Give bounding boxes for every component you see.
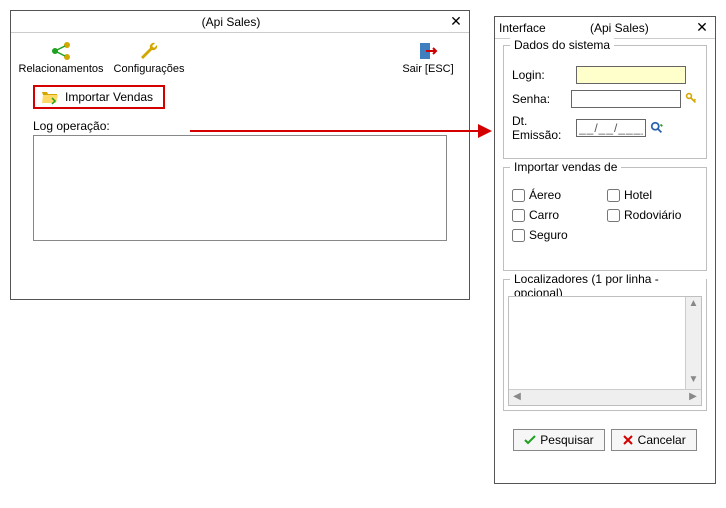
- checkbox-input[interactable]: [607, 189, 620, 202]
- checkbox-label: Seguro: [529, 228, 568, 242]
- checkbox-label: Áereo: [529, 188, 561, 202]
- share-icon: [49, 39, 73, 63]
- window-api-sales-main: (Api Sales) ✕ Relacionamentos Configuraç…: [10, 10, 470, 300]
- dt-emissao-label: Dt. Emissão:: [512, 114, 572, 142]
- magnifier-icon[interactable]: [650, 121, 664, 135]
- checkbox-input[interactable]: [512, 229, 525, 242]
- button-label: Pesquisar: [540, 433, 593, 447]
- button-label: Cancelar: [638, 433, 686, 447]
- checkbox-seguro[interactable]: Seguro: [512, 228, 603, 242]
- group-localizadores: Localizadores (1 por linha - opcional) ▲…: [503, 279, 707, 411]
- login-input[interactable]: [576, 66, 686, 84]
- vertical-scrollbar[interactable]: ▲ ▼: [685, 297, 701, 389]
- window-title-right-left: Interface: [499, 21, 546, 35]
- arrow-head-icon: [478, 124, 492, 138]
- checkbox-carro[interactable]: Carro: [512, 208, 603, 222]
- scroll-left-icon[interactable]: ◀: [509, 390, 525, 405]
- log-output: [33, 135, 447, 241]
- window-title-left: (Api Sales): [15, 15, 447, 29]
- key-icon: [685, 92, 698, 106]
- checkbox-label: Rodoviário: [624, 208, 681, 222]
- toolbar-label: Relacionamentos: [19, 63, 104, 75]
- group-title: Dados do sistema: [510, 38, 614, 52]
- login-label: Login:: [512, 68, 572, 82]
- senha-input[interactable]: [571, 90, 681, 108]
- import-button-label: Importar Vendas: [65, 90, 153, 104]
- group-dados-sistema: Dados do sistema Login: Senha: Dt. Emiss…: [503, 45, 707, 159]
- scroll-down-icon[interactable]: ▼: [686, 373, 701, 389]
- arrow-line: [190, 130, 480, 132]
- close-button-left[interactable]: ✕: [447, 13, 465, 31]
- dt-emissao-input[interactable]: [576, 119, 646, 137]
- button-row: Pesquisar Cancelar: [503, 429, 707, 451]
- toolbar-sair[interactable]: Sair [ESC]: [397, 39, 459, 75]
- close-button-right[interactable]: ✕: [693, 19, 711, 37]
- checkbox-label: Carro: [529, 208, 559, 222]
- scroll-up-icon[interactable]: ▲: [686, 297, 701, 313]
- checkbox-rodoviario[interactable]: Rodoviário: [607, 208, 698, 222]
- folder-open-icon: [41, 89, 59, 105]
- checkbox-input[interactable]: [607, 209, 620, 222]
- toolbar-configuracoes[interactable]: Configurações: [109, 39, 189, 75]
- toolbar-label: Sair [ESC]: [402, 63, 453, 75]
- wrench-icon: [137, 39, 161, 63]
- pesquisar-button[interactable]: Pesquisar: [513, 429, 604, 451]
- senha-label: Senha:: [512, 92, 567, 106]
- checkbox-input[interactable]: [512, 209, 525, 222]
- group-importar-vendas: Importar vendas de Áereo Hotel Carro Rod…: [503, 167, 707, 271]
- titlebar-left: (Api Sales) ✕: [11, 11, 469, 33]
- scroll-right-icon[interactable]: ▶: [685, 390, 701, 405]
- import-vendas-button[interactable]: Importar Vendas: [33, 85, 165, 109]
- titlebar-right: Interface (Api Sales) ✕: [495, 17, 715, 39]
- checkbox-label: Hotel: [624, 188, 652, 202]
- x-icon: [622, 434, 634, 446]
- check-icon: [524, 434, 536, 446]
- checkbox-aereo[interactable]: Áereo: [512, 188, 603, 202]
- checkbox-input[interactable]: [512, 189, 525, 202]
- cancelar-button[interactable]: Cancelar: [611, 429, 697, 451]
- exit-icon: [416, 39, 440, 63]
- checkbox-hotel[interactable]: Hotel: [607, 188, 698, 202]
- toolbar: Relacionamentos Configurações Sair [ESC]: [11, 33, 469, 79]
- window-interface: Interface (Api Sales) ✕ Dados do sistema…: [494, 16, 716, 484]
- toolbar-relacionamentos[interactable]: Relacionamentos: [21, 39, 101, 75]
- toolbar-label: Configurações: [114, 63, 185, 75]
- horizontal-scrollbar[interactable]: ◀ ▶: [509, 389, 701, 405]
- localizadores-textarea[interactable]: ▲ ▼ ◀ ▶: [508, 296, 702, 406]
- window-title-right-center: (Api Sales): [590, 21, 649, 35]
- group-title: Importar vendas de: [510, 160, 621, 174]
